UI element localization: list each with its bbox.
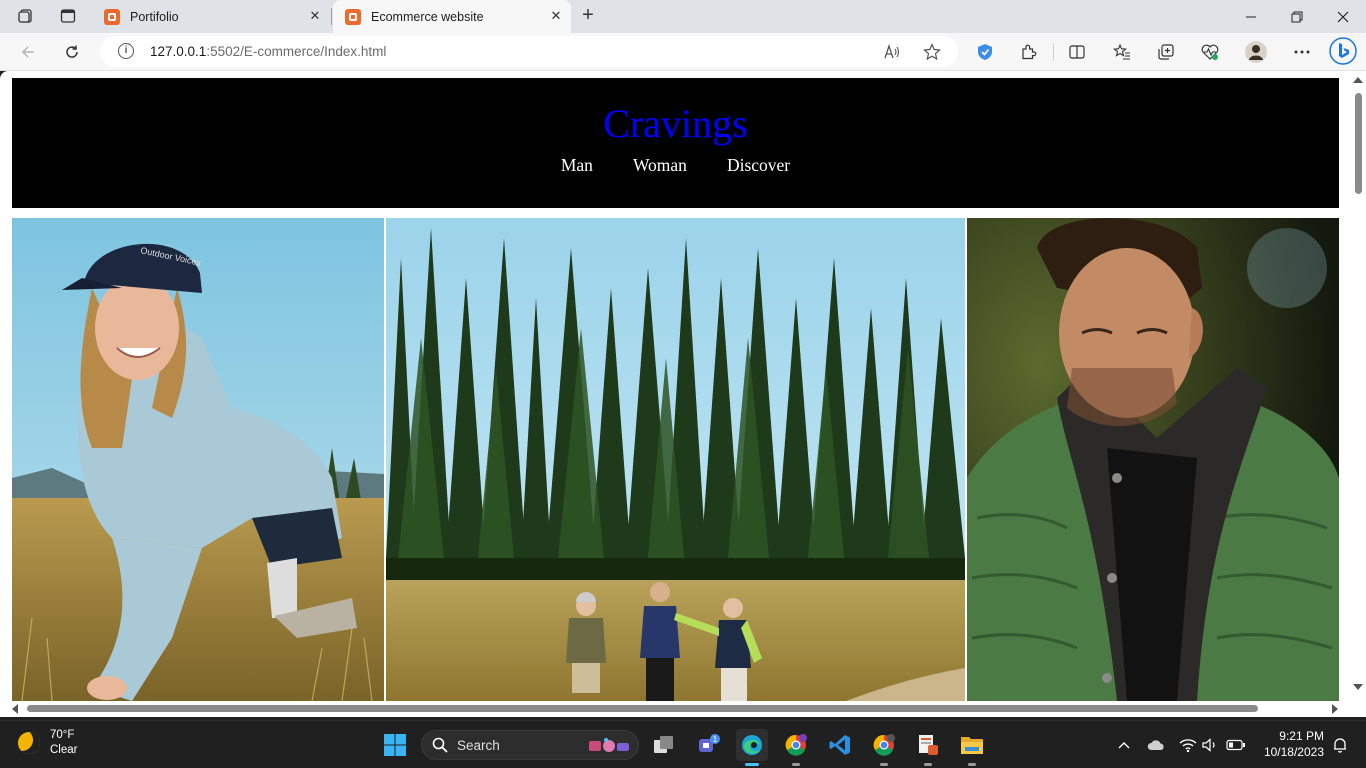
teams-chat-icon[interactable]: 1 bbox=[692, 729, 724, 761]
minimize-icon[interactable] bbox=[1228, 0, 1274, 33]
workspaces-icon[interactable] bbox=[12, 4, 40, 28]
back-icon[interactable] bbox=[14, 38, 42, 66]
site-header: Cravings Man Woman Discover bbox=[12, 78, 1339, 208]
tab-ecommerce[interactable]: Ecommerce website ✕ bbox=[333, 0, 571, 33]
scroll-left-icon[interactable] bbox=[12, 704, 18, 714]
site-info-icon[interactable]: i bbox=[118, 43, 134, 59]
extension-shield-icon[interactable] bbox=[973, 40, 997, 64]
weather-temp: 70°F bbox=[50, 729, 75, 741]
scroll-right-icon[interactable] bbox=[1332, 704, 1338, 714]
main-nav: Man Woman Discover bbox=[12, 155, 1339, 176]
horizontal-scrollbar[interactable] bbox=[0, 701, 1350, 717]
vscode-icon[interactable] bbox=[824, 729, 856, 761]
profile-avatar[interactable] bbox=[1244, 40, 1268, 64]
tab-actions-icon[interactable] bbox=[54, 4, 82, 28]
tab-title: Ecommerce website bbox=[371, 9, 484, 24]
horizontal-scroll-thumb[interactable] bbox=[27, 705, 1258, 712]
nav-link-discover[interactable]: Discover bbox=[727, 155, 790, 176]
man-in-green-jacket-photo bbox=[967, 218, 1339, 701]
show-hidden-icons-chevron-icon[interactable] bbox=[1114, 735, 1134, 755]
nav-link-man[interactable]: Man bbox=[561, 155, 593, 176]
nav-link-woman[interactable]: Woman bbox=[633, 155, 687, 176]
edge-taskbar-icon[interactable] bbox=[736, 729, 768, 766]
close-tab-icon[interactable]: ✕ bbox=[308, 9, 322, 23]
url-text[interactable]: 127.0.0.1:5502/E-commerce/Index.html bbox=[150, 44, 386, 59]
moon-icon bbox=[18, 732, 40, 754]
vertical-scroll-thumb[interactable] bbox=[1355, 93, 1362, 194]
vertical-scrollbar[interactable] bbox=[1350, 71, 1366, 703]
refresh-icon[interactable] bbox=[58, 38, 86, 66]
task-view-icon[interactable] bbox=[648, 729, 680, 761]
address-bar[interactable]: i 127.0.0.1:5502/E-commerce/Index.html bbox=[100, 36, 958, 67]
tab-title: Portifolio bbox=[130, 9, 179, 24]
xampp-favicon-icon bbox=[345, 8, 361, 25]
clock-time: 9:21 PM bbox=[1279, 729, 1324, 743]
file-explorer-icon[interactable] bbox=[956, 729, 988, 766]
split-screen-icon[interactable] bbox=[1065, 40, 1089, 64]
bing-copilot-icon[interactable] bbox=[1328, 36, 1358, 66]
extensions-puzzle-icon[interactable] bbox=[1017, 40, 1041, 64]
chrome-profile-icon[interactable] bbox=[780, 729, 812, 766]
wifi-icon[interactable] bbox=[1178, 735, 1198, 755]
scroll-down-icon[interactable] bbox=[1353, 684, 1363, 690]
toolbar-divider bbox=[1053, 43, 1054, 61]
scroll-up-icon[interactable] bbox=[1353, 77, 1363, 83]
search-highlight-icon bbox=[589, 738, 629, 752]
taskbar-clock[interactable]: 9:21 PM 10/18/2023 bbox=[1264, 728, 1324, 760]
new-tab-button[interactable]: + bbox=[576, 4, 600, 28]
restore-icon[interactable] bbox=[1274, 0, 1320, 33]
chrome-icon[interactable] bbox=[868, 729, 900, 766]
brand-logo[interactable]: Cravings bbox=[12, 100, 1339, 147]
taskbar-search-box[interactable]: Search bbox=[421, 730, 639, 760]
teams-badge: 1 bbox=[713, 735, 718, 744]
collections-icon[interactable] bbox=[1154, 40, 1178, 64]
close-tab-icon[interactable]: ✕ bbox=[549, 9, 563, 23]
weather-widget[interactable]: 70°F Clear bbox=[18, 728, 77, 758]
search-icon bbox=[432, 737, 448, 753]
volume-icon[interactable] bbox=[1200, 735, 1220, 755]
weather-desc: Clear bbox=[50, 744, 78, 756]
xampp-favicon-icon bbox=[104, 8, 120, 25]
tab-strip: Portifolio ✕ Ecommerce website ✕ + bbox=[0, 0, 1366, 33]
browser-essentials-icon[interactable] bbox=[1198, 40, 1222, 64]
xampp-control-icon[interactable] bbox=[912, 729, 944, 766]
clock-date: 10/18/2023 bbox=[1263, 745, 1324, 759]
battery-icon[interactable] bbox=[1226, 735, 1246, 755]
close-window-icon[interactable] bbox=[1320, 0, 1366, 33]
hikers-in-meadow-photo bbox=[386, 218, 965, 701]
tab-portifolio[interactable]: Portifolio ✕ bbox=[92, 0, 332, 33]
browser-toolbar: i 127.0.0.1:5502/E-commerce/Index.html bbox=[0, 33, 1366, 71]
favorite-star-icon[interactable] bbox=[922, 42, 942, 62]
woman-hiker-photo: Outdoor Voices bbox=[12, 218, 384, 701]
favorites-icon[interactable] bbox=[1110, 40, 1134, 64]
read-aloud-icon[interactable] bbox=[882, 42, 902, 62]
start-button[interactable] bbox=[379, 729, 411, 761]
page-viewport: Cravings Man Woman Discover Outdoor Voic… bbox=[0, 71, 1366, 717]
settings-more-icon[interactable] bbox=[1290, 40, 1314, 64]
notifications-bell-icon[interactable] bbox=[1330, 735, 1350, 755]
windows-taskbar: 70°F Clear Search 1 9:21 PM 10/18/2023 bbox=[0, 720, 1366, 768]
search-placeholder: Search bbox=[457, 738, 500, 753]
onedrive-cloud-icon[interactable] bbox=[1146, 735, 1166, 755]
